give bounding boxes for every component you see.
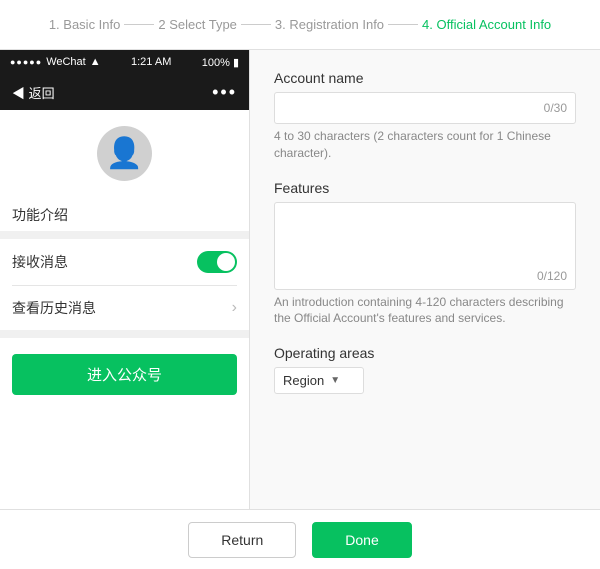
time-display: 1:21 AM (131, 56, 171, 68)
account-name-input[interactable] (283, 101, 544, 116)
features-textarea-wrapper[interactable]: 0/120 (274, 202, 576, 290)
region-dropdown-icon: ▼ (330, 375, 340, 386)
account-name-hint: 4 to 30 characters (2 characters count f… (274, 128, 576, 162)
gray-divider-2 (0, 330, 249, 338)
gray-divider-1 (0, 231, 249, 239)
section-label: 功能介绍 (0, 197, 249, 231)
nav-menu-dots[interactable]: ••• (212, 82, 237, 103)
battery-status: 100% ▮ (202, 56, 239, 69)
history-messages-row[interactable]: 查看历史消息 › (0, 286, 249, 330)
return-button[interactable]: Return (188, 522, 296, 558)
step-select-type-label: 2 Select Type (158, 17, 237, 32)
features-input[interactable] (283, 209, 567, 269)
carrier-label: WeChat (46, 56, 86, 68)
features-group: Features 0/120 An introduction containin… (274, 180, 576, 328)
main-content: ●●●●● WeChat ▲ 1:21 AM 100% ▮ ◀ 返回 ••• 👤… (0, 50, 600, 509)
status-left: ●●●●● WeChat ▲ (10, 56, 101, 68)
step-select-type[interactable]: 2 Select Type (158, 17, 237, 32)
account-name-label: Account name (274, 70, 576, 86)
features-char-count: 0/120 (283, 269, 567, 283)
step-registration-info-label: 3. Registration Info (275, 17, 384, 32)
receive-msg-label: 接收消息 (12, 252, 68, 272)
region-select[interactable]: Region ▼ (274, 367, 364, 394)
step-registration-info[interactable]: 3. Registration Info (275, 17, 384, 32)
phone-nav-bar: ◀ 返回 ••• (0, 74, 249, 110)
operating-areas-group: Operating areas Region ▼ (274, 345, 576, 394)
battery-label: 100% (202, 57, 230, 69)
receive-msg-toggle[interactable] (197, 251, 237, 273)
form-panel: Account name 0/30 4 to 30 characters (2 … (250, 50, 600, 509)
battery-icon: ▮ (233, 57, 239, 69)
features-label: Features (274, 180, 576, 196)
wifi-icon: ▲ (90, 56, 101, 68)
divider-2 (241, 24, 271, 25)
step-official-account[interactable]: 4. Official Account Info (422, 17, 551, 32)
features-hint: An introduction containing 4-120 charact… (274, 294, 576, 328)
history-msg-label: 查看历史消息 (12, 298, 96, 318)
divider-3 (388, 24, 418, 25)
step-basic-info-label: 1. Basic Info (49, 17, 121, 32)
avatar-icon: 👤 (106, 136, 143, 171)
progress-bar: 1. Basic Info 2 Select Type 3. Registrat… (0, 0, 600, 50)
account-name-group: Account name 0/30 4 to 30 characters (2 … (274, 70, 576, 162)
back-label: ◀ 返回 (12, 83, 55, 102)
signal-dots: ●●●●● (10, 57, 42, 67)
divider-1 (124, 24, 154, 25)
avatar: 👤 (97, 126, 152, 181)
receive-messages-row: 接收消息 (0, 239, 249, 285)
footer: Return Done (0, 509, 600, 569)
phone-status-bar: ●●●●● WeChat ▲ 1:21 AM 100% ▮ (0, 50, 249, 74)
operating-areas-label: Operating areas (274, 345, 576, 361)
step-basic-info[interactable]: 1. Basic Info (49, 17, 121, 32)
phone-panel: ●●●●● WeChat ▲ 1:21 AM 100% ▮ ◀ 返回 ••• 👤… (0, 50, 250, 509)
phone-profile-section: 👤 (0, 110, 249, 197)
region-label: Region (283, 373, 324, 388)
step-official-account-label: 4. Official Account Info (422, 17, 551, 32)
done-button[interactable]: Done (312, 522, 411, 558)
arrow-icon: › (232, 299, 237, 317)
account-name-input-wrapper[interactable]: 0/30 (274, 92, 576, 124)
account-name-char-count: 0/30 (544, 101, 567, 115)
back-button[interactable]: ◀ 返回 (12, 83, 55, 102)
enter-account-button[interactable]: 进入公众号 (12, 354, 237, 395)
